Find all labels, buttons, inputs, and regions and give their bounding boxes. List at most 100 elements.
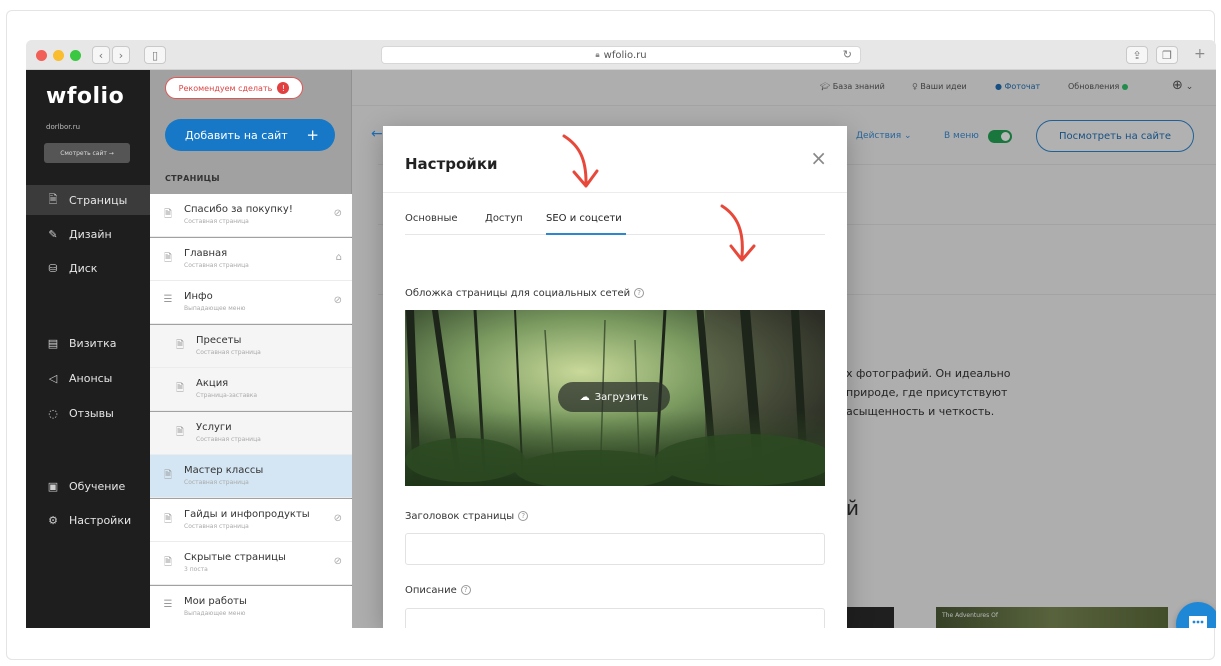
share-button[interactable]: ⇪ [1126, 46, 1148, 64]
page-row-subtitle: Выпадающее меню [184, 609, 246, 617]
maximize-window-button[interactable] [70, 50, 81, 61]
home-icon: ⌂ [335, 251, 342, 263]
sidebar-item-disk[interactable]: ⛁ Диск [26, 253, 150, 283]
page-icon: 🗎︎ [163, 513, 173, 525]
page-row[interactable]: 🗎︎ Главная Составная страница ⌂ [150, 237, 352, 281]
page-row-title: Скрытые страницы [184, 552, 286, 563]
sidebar-item-card[interactable]: ▤ Визитка [26, 328, 150, 358]
sidebar-item-reviews[interactable]: ◌ Отзывы [26, 398, 150, 428]
page-row-subtitle: Составная страница [184, 522, 249, 530]
megaphone-icon: ◁ [48, 371, 58, 385]
page-icon: 🗎︎ [163, 252, 173, 264]
help-icon[interactable]: ? [518, 511, 529, 521]
card-icon: ▤ [47, 336, 59, 350]
hidden-eye-icon: ⊘ [333, 295, 342, 306]
minimize-window-button[interactable] [53, 50, 64, 61]
sidebar-item-label: Отзывы [69, 406, 114, 420]
cover-image[interactable]: ☁ Загрузить [405, 310, 825, 486]
page-row-title: Главная [184, 247, 228, 259]
sidebar-item-label: Настройки [69, 513, 132, 527]
url-text: wfolio.ru [603, 49, 647, 61]
page-row-subtitle: Страница-заставка [196, 392, 258, 399]
chat-icon: ◌ [48, 406, 58, 420]
page-row-title: Пресеты [196, 334, 242, 346]
sidebar-item-learning[interactable]: ▣ Обучение [26, 471, 150, 501]
refresh-icon[interactable]: ↻ [843, 48, 852, 61]
site-domain: dorlbor.ru [46, 123, 81, 131]
back-button[interactable]: ‹ [92, 46, 110, 64]
tabs-button[interactable]: ❐ [1156, 46, 1178, 64]
page-icon: 🗎︎ [175, 339, 185, 351]
sidebar-item-label: Дизайн [69, 227, 112, 241]
page-row[interactable]: 🗎︎ Услуги Составная страница [150, 411, 352, 455]
page-row-subtitle: Составная страница [184, 479, 249, 486]
page-row-subtitle: 3 поста [184, 566, 208, 573]
menu-icon: ☰ [163, 294, 173, 305]
help-icon[interactable]: ? [634, 288, 645, 298]
page-row-title: Услуги [196, 421, 232, 433]
page-row-subtitle: Составная страница [196, 348, 261, 356]
disk-icon: ⛁ [48, 261, 58, 275]
sidebar-item-settings[interactable]: ⚙ Настройки [26, 505, 150, 535]
page-icon: 🗎︎ [163, 209, 173, 220]
description-label: Описание? [405, 585, 471, 596]
page-title-input[interactable] [405, 533, 825, 565]
upload-button[interactable]: ☁ Загрузить [558, 382, 670, 412]
sidebar-item-label: Диск [69, 261, 98, 275]
page-row-title: Акция [196, 378, 229, 389]
brush-icon: ✎ [48, 227, 58, 241]
book-icon: ▣ [47, 479, 59, 493]
sidebar-item-pages[interactable]: 🗎︎ Страницы [26, 185, 150, 215]
close-window-button[interactable] [36, 50, 47, 61]
description-textarea[interactable] [405, 608, 825, 628]
page-row[interactable]: 🗎︎ Гайды и инфопродукты Составная страница… [150, 498, 352, 542]
page-row[interactable]: 🗎︎ Мастер классы Составная страница [150, 455, 352, 498]
page-row-subtitle: Составная страница [184, 261, 249, 269]
forward-button[interactable]: › [112, 46, 130, 64]
page-row[interactable]: ☰ Инфо Выпадающее меню ⊘ [150, 281, 352, 324]
annotation-arrow [720, 204, 756, 262]
back-arrow-icon[interactable]: ← [371, 126, 383, 142]
new-tab-button[interactable]: + [1194, 46, 1206, 62]
page-row-title: Гайды и инфопродукты [184, 508, 310, 520]
view-site-button[interactable]: Смотреть сайт → [44, 143, 130, 163]
modal-title: Настройки [405, 155, 498, 173]
alert-badge: ! [277, 82, 290, 94]
chat-bubble-icon [1189, 616, 1207, 628]
sidebar-toggle-button[interactable]: ▯ [144, 46, 166, 64]
sidebar-item-announcements[interactable]: ◁ Анонсы [26, 363, 150, 393]
settings-modal: Настройки × Основные Доступ SEO и соцсет… [383, 126, 847, 628]
browser-toolbar: ‹ › ▯ 🔒︎ wfolio.ru ↻ ⇪ ❐ + [26, 40, 1216, 70]
page-row[interactable]: ☰ Мои работы Выпадающее меню [150, 585, 352, 628]
tab-access[interactable]: Доступ [485, 213, 523, 224]
annotation-arrow [562, 134, 599, 188]
page-row[interactable]: 🗎︎ Скрытые страницы 3 поста ⊘ [150, 542, 352, 585]
address-bar[interactable]: 🔒︎ wfolio.ru ↻ [381, 46, 861, 64]
logo[interactable]: wfolio [46, 84, 124, 109]
sidebar-item-design[interactable]: ✎ Дизайн [26, 219, 150, 249]
page-row[interactable]: 🗎︎ Пресеты Составная страница [150, 324, 352, 368]
recommend-button[interactable]: Рекомендуем сделать ! [165, 77, 303, 99]
page-title-label: Заголовок страницы? [405, 511, 529, 522]
tab-seo[interactable]: SEO и соцсети [546, 213, 622, 224]
sidebar-item-label: Анонсы [69, 371, 113, 385]
add-to-site-button[interactable]: Добавить на сайт + [165, 119, 335, 151]
page-icon: 🗎︎ [163, 557, 173, 568]
page-row-title: Мои работы [184, 595, 247, 607]
sidebar-item-label: Визитка [69, 336, 117, 350]
pages-heading: СТРАНИЦЫ [165, 174, 220, 183]
app-sidebar: wfolio dorlbor.ru Смотреть сайт → 🗎︎ Стр… [26, 70, 150, 628]
page-row-subtitle: Выпадающее меню [184, 305, 246, 312]
sidebar-item-label: Страницы [69, 193, 128, 207]
tab-general[interactable]: Основные [405, 213, 458, 224]
close-icon[interactable]: × [810, 146, 827, 170]
page-row-title: Спасибо за покупку! [184, 204, 293, 215]
cover-label: Обложка страницы для социальных сетей? [405, 288, 645, 299]
page-row[interactable]: 🗎︎ Спасибо за покупку! Составная страница ⊘ [150, 194, 352, 237]
divider [383, 192, 847, 193]
help-icon[interactable]: ? [460, 585, 471, 595]
page-icon: 🗎︎ [175, 426, 185, 438]
plus-icon: + [306, 126, 319, 144]
page-row[interactable]: 🗎︎ Акция Страница-заставка [150, 368, 352, 411]
page-row-title: Инфо [184, 291, 213, 302]
